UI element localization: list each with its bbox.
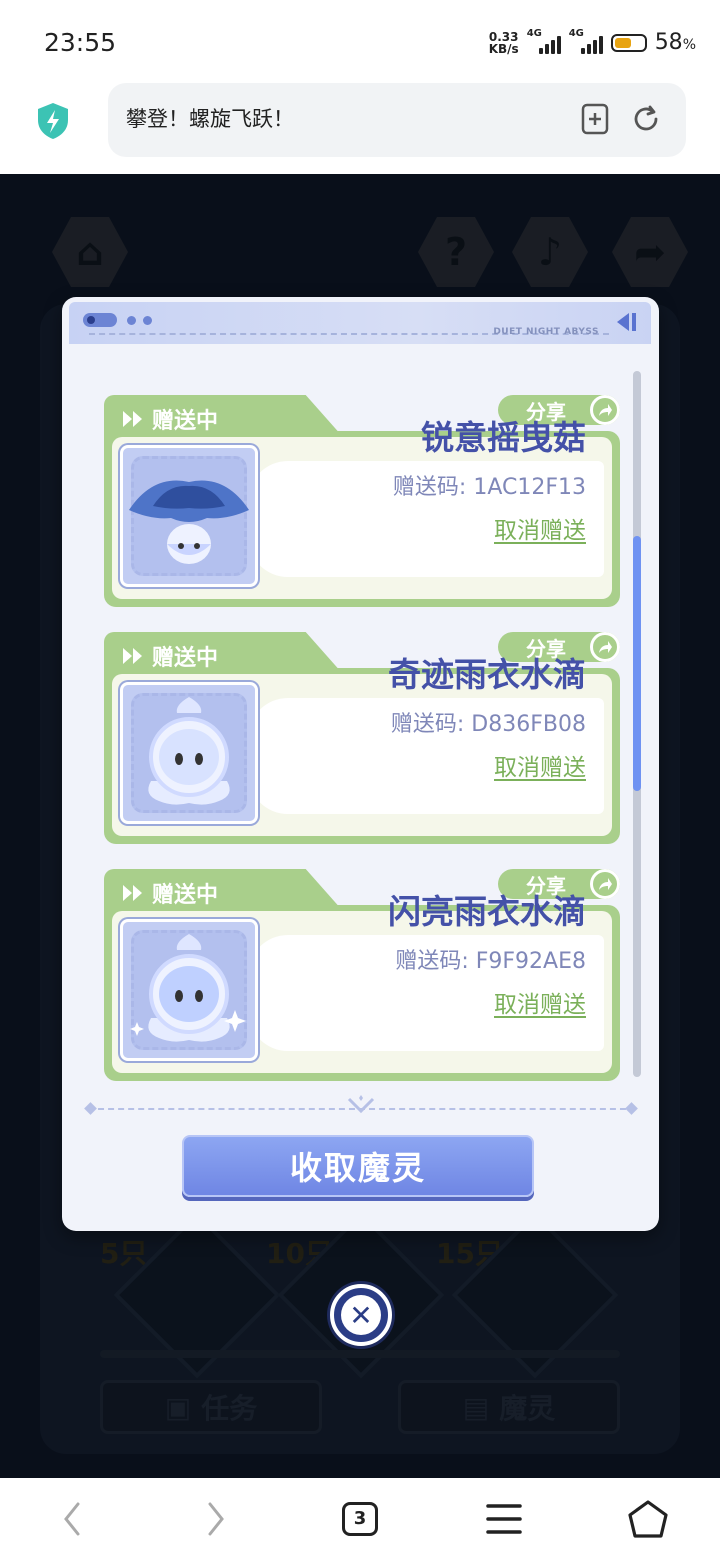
status-indicators: 0.33 KB/s 4G 4G 58% xyxy=(488,28,696,56)
forward-icon xyxy=(208,1502,224,1535)
header-arrow-icon xyxy=(617,313,636,331)
status-time: 23:55 xyxy=(44,28,117,57)
shield-icon[interactable] xyxy=(36,102,70,140)
address-bar[interactable]: 攀登！螺旋飞跃！ xyxy=(108,83,686,157)
collect-spirit-button[interactable]: 收取魔灵 xyxy=(182,1135,534,1197)
status-bar: 23:55 0.33 KB/s 4G 4G 58% xyxy=(0,0,720,86)
item-thumbnail xyxy=(120,919,258,1061)
share-arrow-icon xyxy=(590,395,620,425)
item-name: 锐意摇曳菇 xyxy=(421,418,586,457)
reload-icon[interactable] xyxy=(630,103,662,135)
brand-text: DUET NIGHT ABYSS xyxy=(493,327,599,337)
gift-card: 赠送中 分享 锐意摇曳菇 赠送码: 1AC12F13 取消赠送 xyxy=(104,395,620,607)
share-arrow-icon xyxy=(590,632,620,662)
close-icon: ✕ xyxy=(341,1295,381,1335)
header-decoration xyxy=(83,313,117,327)
fast-forward-icon xyxy=(123,885,142,901)
shiny-raindrop-icon xyxy=(130,934,246,1042)
tab-count: 3 xyxy=(342,1501,378,1536)
forward-button[interactable] xyxy=(176,1478,256,1559)
battery-icon xyxy=(610,33,647,52)
card-status: 赠送中 xyxy=(122,403,218,435)
fast-forward-icon xyxy=(123,648,142,664)
modal-header: DUET NIGHT ABYSS xyxy=(69,302,651,344)
item-thumbnail xyxy=(120,445,258,587)
tabs-button[interactable]: 3 xyxy=(320,1478,400,1559)
gift-code: 赠送码: D836FB08 xyxy=(390,712,586,737)
raindrop-icon xyxy=(148,697,230,805)
back-button[interactable] xyxy=(32,1478,112,1559)
signal-icon: 4G xyxy=(527,28,561,54)
mushroom-icon xyxy=(129,480,249,564)
fast-forward-icon xyxy=(123,411,142,427)
item-name: 闪亮雨衣水滴 xyxy=(388,892,586,931)
network-speed: 0.33 KB/s xyxy=(488,29,519,56)
card-status: 赠送中 xyxy=(122,877,218,909)
page-title: 攀登！螺旋飞跃！ xyxy=(126,107,294,131)
gift-card: 赠送中 分享 奇迹雨衣水滴 赠送码: D836FB08 取消赠送 xyxy=(104,632,620,844)
menu-button[interactable] xyxy=(464,1478,544,1559)
signal-icon-2: 4G xyxy=(569,28,603,54)
item-name: 奇迹雨衣水滴 xyxy=(388,655,586,694)
share-arrow-icon xyxy=(590,869,620,899)
chevron-down-icon xyxy=(347,1095,375,1114)
gift-modal: DUET NIGHT ABYSS 赠送中 分享 锐意摇曳菇 赠送码: 1AC12… xyxy=(62,297,659,1231)
scrollbar-thumb[interactable] xyxy=(633,536,641,791)
menu-icon xyxy=(486,1503,522,1534)
home-button[interactable] xyxy=(608,1478,688,1559)
card-status: 赠送中 xyxy=(122,640,218,672)
browser-address-row: 攀登！螺旋飞跃！ xyxy=(0,83,720,174)
back-icon xyxy=(64,1502,80,1535)
battery-percent: 58% xyxy=(654,30,696,55)
add-bookmark-icon[interactable] xyxy=(580,103,610,135)
item-thumbnail xyxy=(120,682,258,824)
gift-code: 赠送码: 1AC12F13 xyxy=(392,475,586,500)
gift-card: 赠送中 分享 闪亮雨衣水滴 赠送码: F9F92AE8 取消赠送 xyxy=(104,869,620,1081)
browser-bottom-nav: 3 xyxy=(0,1478,720,1559)
list-scrollbar[interactable] xyxy=(633,371,641,1077)
game-canvas: ⌂ ? ♪ ➦ 5只 10只 15只 ▣ 任务 ▤ 魔灵 DUET NIGHT AB… xyxy=(0,174,720,1478)
cancel-gift-link[interactable]: 取消赠送 xyxy=(494,985,586,1019)
cancel-gift-link[interactable]: 取消赠送 xyxy=(494,511,586,545)
cancel-gift-link[interactable]: 取消赠送 xyxy=(494,748,586,782)
home-icon xyxy=(628,1499,668,1538)
gift-code: 赠送码: F9F92AE8 xyxy=(395,949,586,974)
close-button[interactable]: ✕ xyxy=(330,1284,392,1346)
